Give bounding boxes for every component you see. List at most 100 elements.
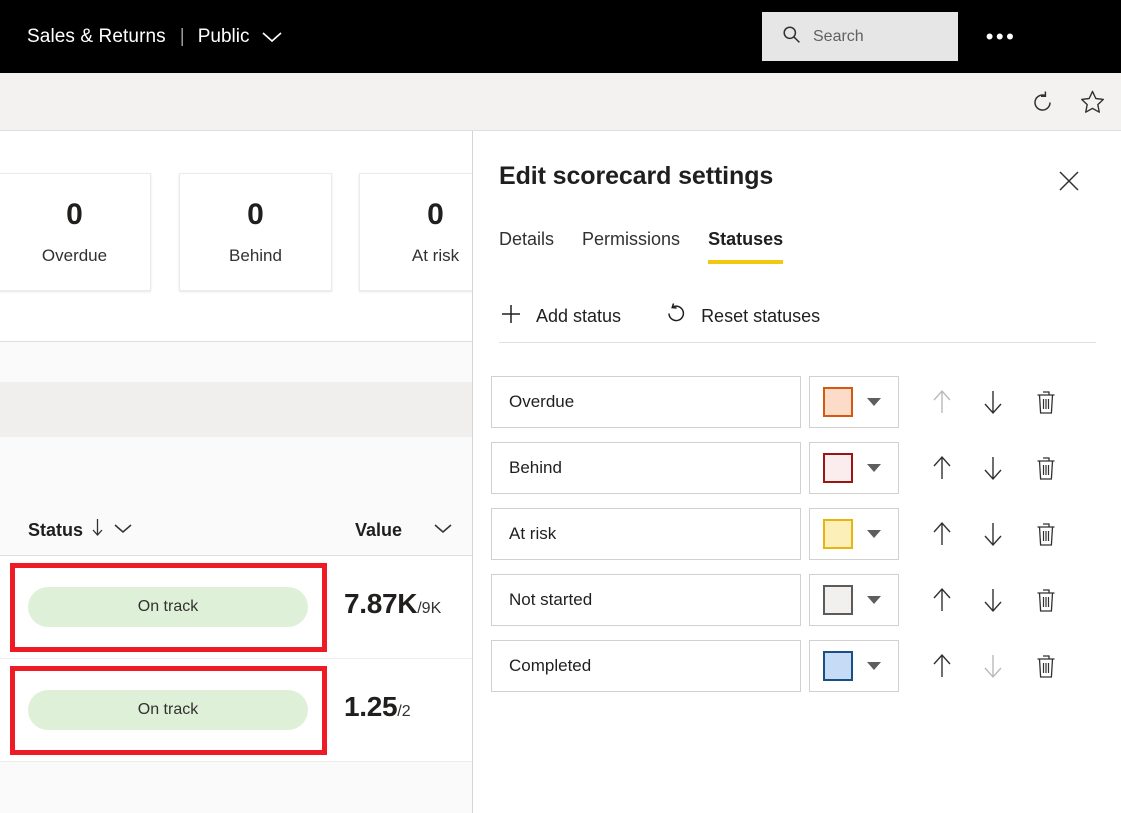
status-color-picker[interactable] (809, 376, 899, 428)
column-header-label: Status (28, 519, 84, 540)
kpi-label: Behind (229, 246, 282, 265)
move-down-button[interactable] (972, 381, 1014, 423)
caret-down-icon (867, 464, 881, 472)
status-color-picker[interactable] (809, 508, 899, 560)
search-placeholder: Search (813, 27, 864, 45)
close-icon[interactable] (1055, 167, 1083, 195)
column-header-status[interactable]: Status (28, 504, 134, 556)
report-toolbar (0, 73, 1121, 131)
kpi-value: 0 (247, 198, 264, 231)
add-status-label: Add status (536, 306, 622, 326)
move-up-button[interactable] (921, 447, 963, 489)
star-icon[interactable] (1075, 85, 1109, 119)
delete-status-button[interactable] (1025, 579, 1067, 621)
table-row[interactable]: On track 7.87K /9K (0, 556, 472, 659)
kpi-value: 0 (427, 198, 444, 231)
status-badge-label: On track (137, 701, 199, 718)
status-badge[interactable]: On track (28, 690, 308, 730)
kpi-card-at-risk[interactable]: 0 At risk (359, 173, 472, 291)
add-status-button[interactable]: Add status (499, 302, 621, 331)
move-down-button (972, 645, 1014, 687)
caret-down-icon (867, 530, 881, 538)
chevron-down-icon[interactable] (112, 521, 134, 540)
caret-down-icon (867, 596, 881, 604)
edit-scorecard-settings-panel: Edit scorecard settings Details Permissi… (472, 131, 1121, 813)
app-root: Sales & Returns | Public Search ••• 0 Ov… (0, 0, 1121, 813)
status-badge[interactable]: On track (28, 587, 308, 627)
delete-status-button[interactable] (1025, 447, 1067, 489)
tab-permissions[interactable]: Permissions (568, 229, 694, 264)
column-header-label: Value (355, 519, 403, 540)
caret-down-icon (867, 398, 881, 406)
value-target: /9K (417, 600, 442, 617)
status-list: Overdue Behind At risk Not started Compl… (491, 376, 1067, 706)
status-color-picker[interactable] (809, 574, 899, 626)
workspace-name[interactable]: Public (198, 26, 250, 48)
report-canvas: 0 Overdue 0 Behind 0 At risk Status Valu… (0, 131, 472, 813)
status-color-picker[interactable] (809, 442, 899, 494)
status-color-picker[interactable] (809, 640, 899, 692)
report-band-footer (0, 762, 472, 813)
value-cell: 1.25 /2 (344, 691, 411, 723)
kpi-card-strip: 0 Overdue 0 Behind 0 At risk (0, 131, 472, 342)
chevron-down-icon[interactable] (261, 30, 283, 44)
tab-details[interactable]: Details (499, 229, 568, 264)
status-row: Overdue (491, 376, 1067, 428)
table-row[interactable]: On track 1.25 /2 (0, 659, 472, 762)
status-name-input[interactable]: At risk (491, 508, 801, 560)
move-down-button[interactable] (972, 513, 1014, 555)
more-options-button[interactable]: ••• (978, 22, 1024, 52)
color-swatch (823, 453, 853, 483)
chevron-down-icon[interactable] (432, 521, 454, 540)
status-name-input[interactable]: Completed (491, 640, 801, 692)
color-swatch (823, 519, 853, 549)
search-input[interactable]: Search (762, 12, 958, 61)
reset-statuses-button[interactable]: Reset statuses (664, 302, 820, 331)
report-toolbar-actions (1025, 73, 1109, 131)
move-up-button[interactable] (921, 513, 963, 555)
kpi-value: 0 (66, 198, 83, 231)
delete-status-button[interactable] (1025, 381, 1067, 423)
status-row: Behind (491, 442, 1067, 494)
kpi-label: Overdue (41, 246, 108, 265)
status-row: Completed (491, 640, 1067, 692)
status-row: Not started (491, 574, 1067, 626)
kpi-card-behind[interactable]: 0 Behind (179, 173, 332, 291)
column-header-value[interactable]: Value (355, 504, 454, 556)
caret-down-icon (867, 662, 881, 670)
reset-icon (664, 302, 688, 331)
status-name-input[interactable]: Behind (491, 442, 801, 494)
color-swatch (823, 387, 853, 417)
top-navigation-bar: Sales & Returns | Public Search ••• (0, 0, 1121, 73)
report-band-middle (0, 382, 472, 437)
refresh-icon[interactable] (1025, 85, 1059, 119)
status-name-input[interactable]: Not started (491, 574, 801, 626)
tab-statuses[interactable]: Statuses (694, 229, 797, 264)
move-up-button (921, 381, 963, 423)
move-down-button[interactable] (972, 579, 1014, 621)
delete-status-button[interactable] (1025, 645, 1067, 687)
delete-status-button[interactable] (1025, 513, 1067, 555)
value-main: 1.25 (344, 691, 398, 722)
panel-tabs: Details Permissions Statuses (499, 229, 797, 264)
value-cell: 7.87K /9K (344, 588, 441, 620)
status-name-input[interactable]: Overdue (491, 376, 801, 428)
move-up-button[interactable] (921, 645, 963, 687)
report-band-lower (0, 437, 472, 504)
move-up-button[interactable] (921, 579, 963, 621)
statuses-command-bar: Add status Reset statuses (499, 291, 1096, 343)
status-row: At risk (491, 508, 1067, 560)
kpi-card-overdue[interactable]: 0 Overdue (0, 173, 151, 291)
kpi-label: At risk (411, 246, 460, 265)
value-main: 7.87K (344, 588, 418, 619)
report-band-upper (0, 342, 472, 382)
move-down-button[interactable] (972, 447, 1014, 489)
color-swatch (823, 651, 853, 681)
color-swatch (823, 585, 853, 615)
scorecard-table-header: Status Value (0, 504, 472, 556)
page-title: Edit scorecard settings (499, 162, 774, 190)
report-title[interactable]: Sales & Returns (27, 26, 166, 48)
reset-statuses-label: Reset statuses (701, 306, 821, 326)
arrow-down-icon (91, 518, 104, 542)
plus-icon (499, 302, 523, 331)
